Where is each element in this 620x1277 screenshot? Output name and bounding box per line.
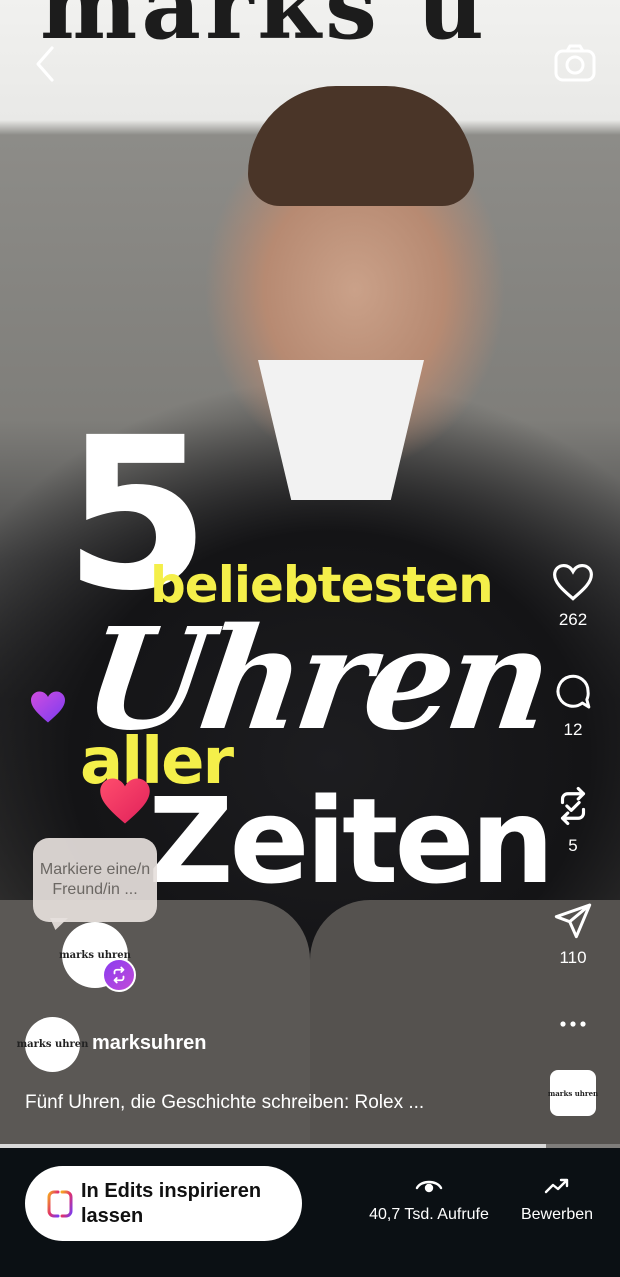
comment-icon bbox=[556, 674, 591, 709]
like-button[interactable]: 262 bbox=[540, 562, 606, 630]
brand-logo: marks uhren bbox=[16, 1039, 89, 1050]
eye-icon bbox=[415, 1180, 443, 1193]
brand-logo: marks uhren bbox=[547, 1088, 599, 1098]
like-count: 262 bbox=[558, 610, 588, 629]
comment-count: 12 bbox=[563, 720, 583, 739]
more-icon bbox=[560, 1021, 586, 1027]
remix-icon bbox=[113, 966, 125, 984]
share-count: 110 bbox=[559, 948, 587, 967]
promote-button[interactable]: Bewerben bbox=[514, 1176, 600, 1224]
edits-inspire-button[interactable]: In Edits inspirieren lassen bbox=[25, 1166, 302, 1241]
promote-label: Bewerben bbox=[520, 1206, 594, 1223]
edits-icon bbox=[47, 1190, 73, 1217]
camera-button[interactable] bbox=[552, 42, 598, 84]
overlay-word-zeiten: Zeiten bbox=[148, 772, 554, 910]
post-caption[interactable]: Fünf Uhren, die Geschichte schreiben: Ro… bbox=[25, 1092, 424, 1114]
repost-count: 5 bbox=[568, 836, 578, 855]
video-subject-collar bbox=[258, 360, 424, 500]
views-count: 40,7 Tsd. Aufrufe bbox=[369, 1206, 489, 1223]
video-subject-hair bbox=[248, 86, 474, 206]
back-chevron-icon bbox=[36, 46, 54, 82]
floating-heart-icon bbox=[31, 691, 65, 723]
repost-icon bbox=[560, 786, 586, 826]
trending-up-icon bbox=[544, 1178, 569, 1194]
camera-icon bbox=[554, 44, 596, 82]
send-icon bbox=[554, 903, 592, 939]
back-button[interactable] bbox=[26, 40, 66, 88]
comment-button[interactable]: 12 bbox=[540, 672, 606, 740]
share-button[interactable]: 110 bbox=[540, 900, 606, 968]
views-insights[interactable]: 40,7 Tsd. Aufrufe bbox=[362, 1176, 496, 1224]
heart-icon bbox=[553, 563, 593, 601]
author-username[interactable]: marksuhren bbox=[92, 1032, 207, 1055]
author-avatar[interactable]: marks uhren bbox=[17, 1017, 88, 1072]
floating-heart-icon bbox=[100, 778, 150, 824]
tag-friend-prompt-text: Markiere eine/n Freund/in ... bbox=[39, 861, 151, 898]
remix-badge[interactable] bbox=[102, 958, 136, 992]
audio-thumbnail[interactable]: marks uhren bbox=[547, 1070, 599, 1116]
reel-screen: marks u 5 beliebtesten Uhren aller Zeite… bbox=[0, 0, 620, 1277]
more-options-button[interactable] bbox=[540, 1012, 606, 1036]
background-sign: marks u bbox=[40, 0, 488, 60]
tag-friend-prompt[interactable]: Markiere eine/n Freund/in ... bbox=[33, 838, 157, 922]
edits-inspire-label: In Edits inspirieren lassen bbox=[81, 1179, 262, 1227]
repost-button[interactable]: 5 bbox=[540, 784, 606, 856]
